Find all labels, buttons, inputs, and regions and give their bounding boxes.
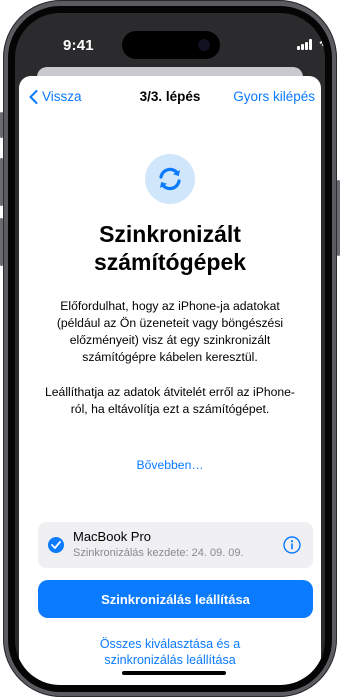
sync-arrows-icon [159,167,181,191]
side-button [337,180,340,256]
learn-more-link[interactable]: Bővebben… [19,458,321,472]
cellular-signal-icon [297,39,313,50]
screen: 9:41 Vissza 3/3. lépés Gyors kilépés Szi… [15,13,325,685]
device-list-item[interactable]: MacBook Pro Szinkronizálás kezdete: 24. … [38,522,313,568]
device-name: MacBook Pro [73,529,152,544]
description-paragraph-2: Leállíthatja az adatok átvitelét erről a… [45,385,295,416]
wifi-icon [319,39,325,49]
sync-icon-badge [145,154,195,204]
device-sync-date: Szinkronizálás kezdete: 24. 09. 09. [73,547,244,559]
page-title: Szinkronizált számítógépek [93,221,247,275]
status-time: 9:41 [63,37,94,54]
checkmark-icon[interactable] [48,537,64,553]
dynamic-island [122,31,220,59]
action-button [0,112,3,138]
chevron-left-icon [29,89,38,104]
volume-up-button [0,158,3,206]
home-indicator [122,671,226,675]
stop-sync-button[interactable]: Szinkronizálás leállítása [38,580,313,618]
back-button[interactable]: Vissza [29,89,82,104]
quick-exit-button[interactable]: Gyors kilépés [233,89,315,104]
modal-sheet: Vissza 3/3. lépés Gyors kilépés Szinkron… [19,76,321,685]
iphone-device: 9:41 Vissza 3/3. lépés Gyors kilépés Szi… [0,0,342,700]
info-icon[interactable] [283,536,301,554]
description-paragraph-1: Előfordulhat, hogy az iPhone-ja adatokat… [56,299,284,364]
status-bar: 9:41 [15,13,325,65]
navigation-bar: Vissza 3/3. lépés Gyors kilépés [19,76,321,120]
volume-down-button [0,218,3,266]
select-all-stop-sync-button[interactable]: Összes kiválasztása és a szinkronizálás … [59,636,281,668]
camera-icon [198,39,210,51]
back-label: Vissza [42,89,82,104]
